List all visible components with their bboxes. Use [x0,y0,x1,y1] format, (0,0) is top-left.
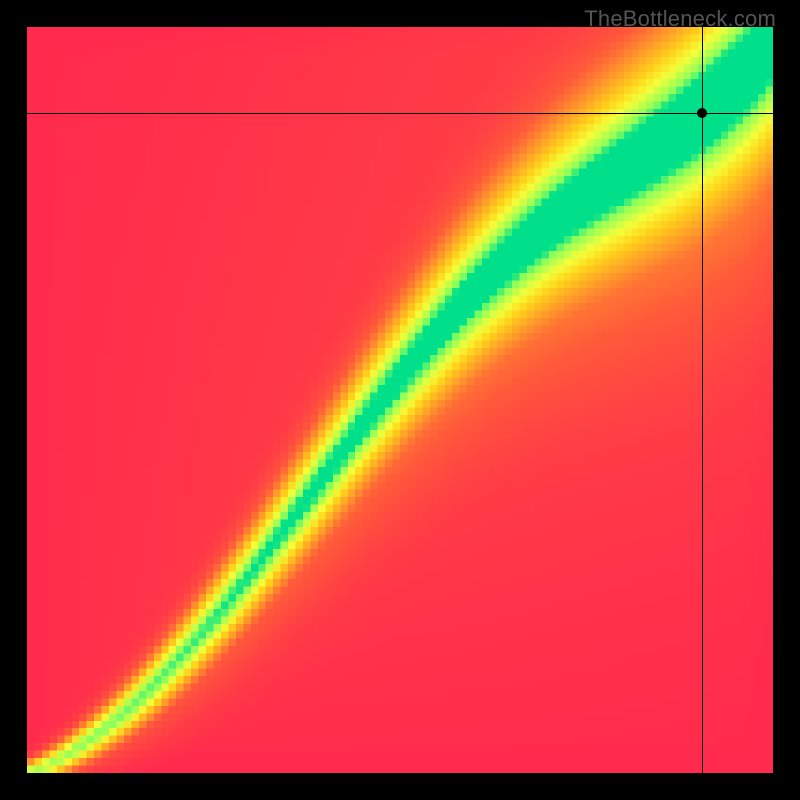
selection-marker [697,108,707,118]
crosshair-vertical [702,27,703,773]
plot-area [27,27,773,773]
watermark-text: TheBottleneck.com [584,6,776,32]
crosshair-horizontal [27,113,773,114]
heatmap-canvas [27,27,773,773]
chart-stage: TheBottleneck.com [0,0,800,800]
